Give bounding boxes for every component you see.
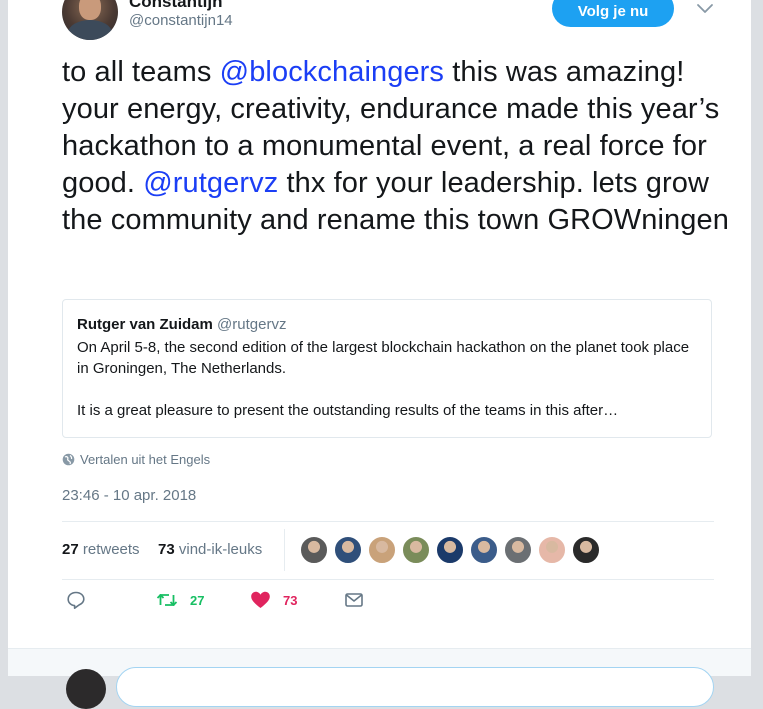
tweet-stats: 27 retweets 73 vind-ik-leuks	[62, 521, 714, 580]
mention-link[interactable]: @blockchaingers	[220, 56, 444, 88]
liker-avatar-7[interactable]	[504, 536, 532, 564]
author-handle[interactable]: @constantijn14	[129, 12, 233, 29]
chevron-down-icon[interactable]	[696, 2, 714, 16]
avatar-face	[79, 0, 101, 20]
retweets-count: 27	[62, 541, 79, 558]
like-action[interactable]: 73	[250, 590, 297, 610]
retweets-stat[interactable]: 27 retweets	[62, 541, 140, 558]
author-avatar[interactable]	[62, 0, 118, 40]
likes-count: 73	[158, 541, 175, 558]
reply-action[interactable]	[66, 590, 86, 610]
reply-input[interactable]	[116, 667, 714, 707]
retweet-count: 27	[190, 592, 205, 608]
stats-divider	[284, 529, 285, 571]
globe-icon	[62, 453, 75, 466]
quoted-tweet-body: On April 5-8, the second edition of the …	[77, 337, 697, 421]
heart-icon[interactable]	[250, 590, 271, 610]
tweet-text-part: to all teams	[62, 56, 220, 88]
quoted-text-line: On April 5-8, the second edition of the …	[77, 339, 690, 377]
liker-avatar-9[interactable]	[572, 536, 600, 564]
following-button[interactable]: Volg je nu	[552, 0, 674, 27]
tweet-card: Constantijn @constantijn14 Volg je nu to…	[8, 0, 751, 709]
likes-stat[interactable]: 73 vind-ik-leuks	[158, 541, 262, 558]
quoted-author-name: Rutger van Zuidam	[77, 316, 213, 333]
liker-avatar-3[interactable]	[368, 536, 396, 564]
reply-composer-area	[8, 648, 751, 709]
tweet-text: to all teams @blockchaingers this was am…	[62, 54, 732, 239]
avatar-shirt	[68, 20, 112, 40]
quoted-text-line: It is a great pleasure to present the ou…	[77, 402, 619, 419]
retweets-label: retweets	[82, 541, 140, 558]
quoted-tweet[interactable]: Rutger van Zuidam @rutgervz On April 5-8…	[62, 299, 712, 438]
tweet-actions: 27 73	[62, 590, 712, 618]
liker-avatar-2[interactable]	[334, 536, 362, 564]
mention-link[interactable]: @rutgervz	[143, 167, 278, 199]
reply-icon[interactable]	[66, 590, 86, 610]
liker-avatar-8[interactable]	[538, 536, 566, 564]
quoted-tweet-header: Rutger van Zuidam @rutgervz	[77, 316, 697, 333]
translate-label[interactable]: Vertalen uit het Engels	[80, 452, 210, 467]
author-name[interactable]: Constantijn	[129, 0, 223, 12]
quoted-author-handle: @rutgervz	[217, 316, 287, 333]
likes-label: vind-ik-leuks	[178, 541, 263, 558]
liker-avatars	[300, 536, 600, 564]
message-action[interactable]	[344, 590, 364, 610]
viewer-avatar	[66, 669, 106, 709]
liker-avatar-4[interactable]	[402, 536, 430, 564]
retweet-action[interactable]: 27	[156, 590, 204, 610]
liker-avatar-6[interactable]	[470, 536, 498, 564]
like-count: 73	[283, 592, 298, 608]
liker-avatar-1[interactable]	[300, 536, 328, 564]
envelope-icon[interactable]	[344, 590, 364, 610]
tweet-timestamp[interactable]: 23:46 - 10 apr. 2018	[62, 487, 196, 504]
translate-link[interactable]: Vertalen uit het Engels	[62, 452, 210, 467]
retweet-icon[interactable]	[156, 590, 178, 610]
liker-avatar-5[interactable]	[436, 536, 464, 564]
